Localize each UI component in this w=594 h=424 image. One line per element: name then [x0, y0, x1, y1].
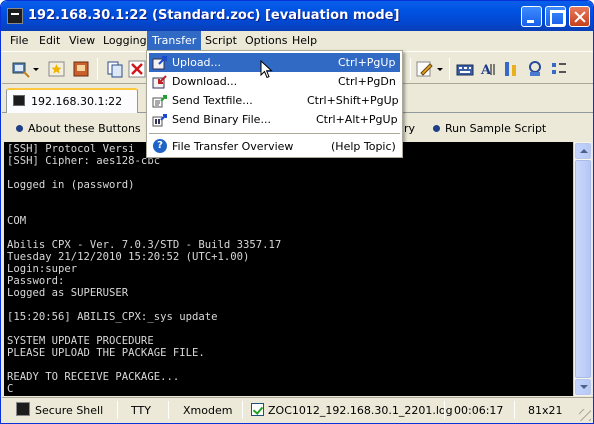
tab-label: 192.168.30.1:22 [31, 95, 123, 108]
status-emulation: TTY [131, 404, 151, 417]
menu-item-label: File Transfer Overview [172, 140, 294, 153]
title-bar[interactable]: 192.168.30.1:22 (Standard.zoc) [evaluati… [1, 1, 593, 31]
terminal-cursor [7, 395, 573, 396]
terminal-line: Logged in (password) [7, 179, 135, 191]
transfer-menu: Upload... Ctrl+PgUp Download... Ctrl+PgD… [146, 50, 403, 158]
terminal-line: SYSTEM UPDATE PROCEDURE [7, 335, 154, 347]
minimize-button[interactable] [521, 6, 542, 27]
bullet-icon [16, 125, 23, 132]
chevron-down-icon[interactable] [436, 60, 444, 78]
terminal-line: [15:20:56] ABILIS_CPX:_sys update [7, 311, 218, 323]
address-book-icon[interactable] [72, 60, 90, 78]
status-logfile: ZOC1012_192.168.30.1_2201.log [268, 404, 453, 417]
resize-grip[interactable] [579, 409, 591, 421]
menu-item-download[interactable]: Download... Ctrl+PgDn [149, 72, 400, 91]
status-elapsed: 00:06:17 [454, 404, 504, 417]
menu-bar: File Edit View Logging Transfer Script O… [2, 31, 593, 50]
send-textfile-icon [152, 95, 167, 108]
edit-icon[interactable] [416, 60, 434, 78]
terminal-line: Logged as SUPERUSER [7, 287, 129, 299]
options-icon[interactable] [550, 60, 568, 78]
terminal-line: READY TO RECEIVE PACKAGE... [7, 371, 180, 383]
menu-item-file-transfer-overview[interactable]: ? File Transfer Overview (Help Topic) [149, 137, 400, 156]
menu-help[interactable]: Help [287, 31, 322, 50]
terminal-output[interactable]: [SSH] Protocol Versi [SSH] Cipher: aes128… [4, 142, 573, 396]
menu-item-shortcut: Ctrl+Alt+PgUp [316, 113, 398, 126]
menu-item-upload[interactable]: Upload... Ctrl+PgUp [149, 53, 400, 72]
menu-item-shortcut: Ctrl+PgUp [338, 56, 396, 69]
about-buttons-button[interactable]: About these Buttons [16, 122, 141, 135]
terminal-tab-icon [13, 95, 25, 106]
window-title: 192.168.30.1:22 (Standard.zoc) [evaluati… [28, 8, 400, 23]
terminal-line: PLEASE UPLOAD THE PACKAGE FILE. [7, 347, 205, 359]
modem-icon[interactable] [526, 60, 544, 78]
logging-checkbox[interactable] [251, 403, 264, 416]
menu-item-shortcut: Ctrl+Shift+PgUp [307, 94, 399, 107]
keyboard-icon[interactable] [456, 60, 474, 78]
bullet-icon [433, 125, 440, 132]
settings-icon[interactable] [502, 60, 520, 78]
help-icon: ? [153, 139, 167, 153]
tab-session[interactable]: 192.168.30.1:22 [6, 88, 138, 113]
menu-item-send-binary[interactable]: Send Binary File... Ctrl+Alt+PgUp [149, 110, 400, 129]
terminal-line: Login:super [7, 263, 78, 275]
menu-logging[interactable]: Logging [98, 31, 152, 50]
menu-item-shortcut: (Help Topic) [331, 140, 396, 153]
menu-view[interactable]: View [64, 31, 100, 50]
menu-item-send-textfile[interactable]: Send Textfile... Ctrl+Shift+PgUp [149, 91, 400, 110]
send-binary-icon [152, 114, 167, 127]
status-transfer: Xmodem [183, 404, 233, 417]
menu-separator [149, 133, 400, 134]
menu-transfer[interactable]: Transfer [147, 31, 202, 50]
scroll-thumb[interactable] [575, 160, 591, 378]
menu-item-label: Send Textfile... [172, 94, 253, 107]
upload-icon [152, 56, 167, 70]
menu-script[interactable]: Script [200, 31, 242, 50]
scroll-up-arrow[interactable] [575, 143, 591, 159]
menu-item-label: Send Binary File... [172, 113, 271, 126]
terminal-app-icon [7, 8, 23, 24]
font-icon[interactable]: A [480, 60, 498, 78]
menu-edit[interactable]: Edit [34, 31, 65, 50]
terminal-line: COM [7, 215, 27, 227]
menu-item-label: Download... [172, 75, 238, 88]
disconnect-icon[interactable] [128, 60, 146, 78]
terminal-line: C [7, 383, 14, 395]
scroll-down-arrow[interactable] [575, 379, 591, 395]
maximize-button[interactable] [545, 6, 566, 27]
status-size: 81x21 [528, 404, 563, 417]
terminal-line: Password: [7, 275, 65, 287]
vertical-scrollbar[interactable] [573, 142, 591, 396]
svg-text:A: A [480, 63, 492, 78]
terminal-line: Abilis CPX - Ver. 7.0.3/STD - Build 3357… [7, 239, 282, 251]
mouse-pointer-icon [260, 60, 273, 79]
menu-options[interactable]: Options [240, 31, 292, 50]
menu-file[interactable]: File [5, 31, 33, 50]
status-bar: Secure Shell TTY Xmodem ZOC1012_192.168.… [2, 397, 593, 423]
star-icon[interactable] [48, 60, 66, 78]
chevron-down-icon[interactable] [32, 60, 40, 78]
connect-icon[interactable] [12, 60, 30, 78]
download-icon [152, 75, 167, 89]
status-connection: Secure Shell [35, 404, 104, 417]
close-button[interactable] [569, 6, 590, 27]
run-sample-script-button[interactable]: Run Sample Script [433, 122, 546, 135]
menu-item-label: Upload... [172, 56, 222, 69]
terminal-status-icon [16, 402, 30, 416]
copy-icon[interactable] [106, 60, 124, 78]
terminal-line: Tuesday 21/12/2010 15:20:52 (UTC+1.00) [7, 251, 250, 263]
hidden-button-partial[interactable]: ry [404, 122, 415, 135]
app-window: 192.168.30.1:22 (Standard.zoc) [evaluati… [0, 0, 594, 424]
menu-item-shortcut: Ctrl+PgDn [338, 75, 396, 88]
